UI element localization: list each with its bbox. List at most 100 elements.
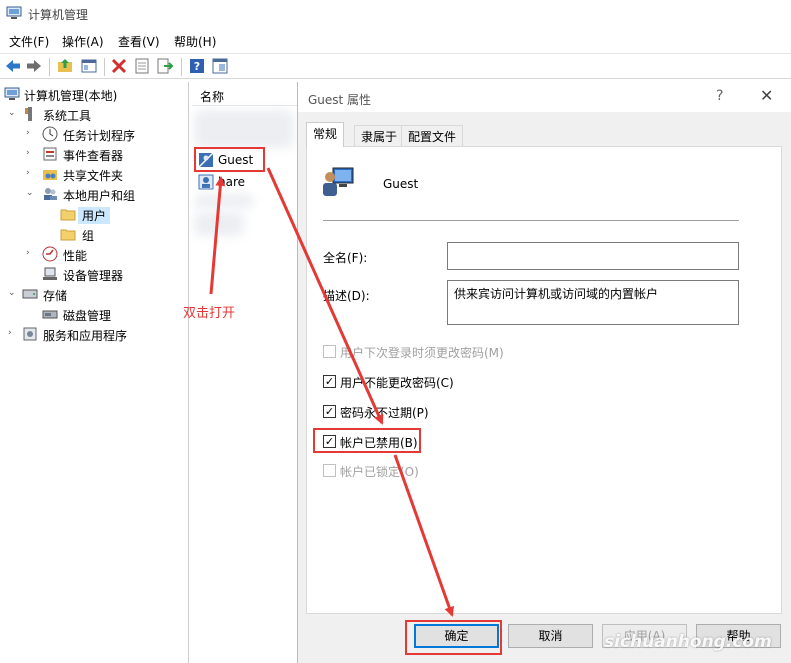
disk-icon bbox=[42, 310, 58, 319]
shared-folder-icon bbox=[43, 170, 57, 180]
description-label: 描述(D): bbox=[323, 289, 370, 303]
list-item-share-label: hare bbox=[218, 175, 246, 189]
guest-properties-dialog: Guest 属性 ? ✕ 常规 隶属于 配置文件 Guest 全名(F): 描述… bbox=[297, 82, 791, 663]
tree-item-event-viewer[interactable]: › 事件查看器 bbox=[0, 144, 189, 164]
tree-label-storage: 存储 bbox=[43, 289, 68, 303]
divider bbox=[323, 220, 739, 221]
checkbox-box[interactable] bbox=[323, 464, 336, 477]
menu-help[interactable]: 帮助(H) bbox=[174, 33, 216, 50]
tree-item-device-manager[interactable]: 设备管理器 bbox=[0, 264, 189, 284]
help-icon[interactable]: ? bbox=[188, 57, 206, 75]
list-item-guest[interactable]: Guest bbox=[196, 150, 296, 170]
chevron-right-icon[interactable]: › bbox=[26, 248, 36, 258]
user-avatar-icon bbox=[323, 167, 354, 196]
show-hide-tree-icon[interactable] bbox=[80, 57, 98, 75]
tools-icon bbox=[25, 107, 32, 121]
menu-file[interactable]: 文件(F) bbox=[9, 33, 49, 50]
computer-management-icon bbox=[4, 87, 20, 100]
chevron-down-icon[interactable]: ⌄ bbox=[8, 288, 18, 298]
folder-icon bbox=[60, 209, 76, 221]
chevron-right-icon[interactable]: › bbox=[8, 328, 18, 338]
svg-text:?: ? bbox=[194, 60, 200, 73]
dialog-close-button[interactable]: ✕ bbox=[760, 86, 773, 105]
chevron-down-icon[interactable]: ⌄ bbox=[8, 108, 18, 118]
tab-member-of[interactable]: 隶属于 bbox=[354, 125, 405, 146]
tree-item-performance[interactable]: › 性能 bbox=[0, 244, 189, 264]
checkbox-label: 用户不能更改密码(C) bbox=[340, 376, 454, 390]
event-viewer-icon bbox=[43, 147, 57, 161]
tree-label-system-tools: 系统工具 bbox=[43, 109, 92, 123]
services-icon bbox=[23, 327, 37, 341]
ok-button[interactable]: 确定 bbox=[414, 624, 499, 648]
user-icon bbox=[198, 152, 214, 168]
menu-view[interactable]: 查看(V) bbox=[118, 33, 160, 50]
tree-label-disk-management: 磁盘管理 bbox=[63, 309, 112, 323]
fullname-label: 全名(F): bbox=[323, 251, 368, 265]
export-icon[interactable] bbox=[156, 57, 174, 75]
tree-item-disk-management[interactable]: 磁盘管理 bbox=[0, 304, 189, 324]
blurred-region bbox=[194, 212, 244, 236]
description-field[interactable]: 供来宾访问计算机或访问域的内置帐户 bbox=[447, 280, 739, 325]
tree-item-groups[interactable]: 组 bbox=[0, 224, 189, 244]
tree-item-shared-folders[interactable]: › 共享文件夹 bbox=[0, 164, 189, 184]
tree-item-users[interactable]: 用户 bbox=[0, 204, 189, 224]
menu-action[interactable]: 操作(A) bbox=[62, 33, 104, 50]
tab-general[interactable]: 常规 bbox=[306, 122, 345, 147]
back-arrow-icon[interactable] bbox=[4, 57, 22, 75]
tree-item-task-scheduler[interactable]: › 任务计划程序 bbox=[0, 124, 189, 144]
toolbar: ? bbox=[0, 53, 791, 79]
console-icon[interactable] bbox=[211, 57, 229, 75]
list-header-name[interactable]: 名称 bbox=[192, 82, 297, 106]
tree-label-shared-folders: 共享文件夹 bbox=[63, 169, 124, 183]
checkbox-label: 帐户已禁用(B) bbox=[340, 436, 418, 450]
checkbox-box[interactable] bbox=[323, 345, 336, 358]
tree-item-system-tools[interactable]: ⌄ 系统工具 bbox=[0, 104, 189, 124]
checkbox-label: 帐户已锁定(O) bbox=[340, 465, 419, 479]
tree-label-device-manager: 设备管理器 bbox=[63, 269, 124, 283]
forward-arrow-icon[interactable] bbox=[25, 57, 43, 75]
computer-management-icon bbox=[6, 6, 22, 19]
chevron-right-icon[interactable]: › bbox=[26, 128, 36, 138]
checkbox-box[interactable]: ✓ bbox=[323, 375, 336, 388]
tree-label-event-viewer: 事件查看器 bbox=[63, 149, 124, 163]
dialog-help-button[interactable]: ? bbox=[716, 88, 723, 104]
blurred-region bbox=[194, 194, 254, 208]
user-icon bbox=[198, 174, 214, 190]
up-folder-icon[interactable] bbox=[56, 57, 74, 75]
fullname-field[interactable] bbox=[447, 242, 739, 270]
dialog-tabs: 常规 隶属于 配置文件 bbox=[306, 122, 786, 147]
list-item-share[interactable]: hare bbox=[196, 172, 296, 192]
properties-icon[interactable] bbox=[133, 57, 151, 75]
tree-label-local-users-groups: 本地用户和组 bbox=[63, 189, 136, 203]
tree-label-root: 计算机管理(本地) bbox=[24, 89, 118, 103]
general-tab-panel: Guest 全名(F): 描述(D): 供来宾访问计算机或访问域的内置帐户 用户… bbox=[306, 146, 782, 614]
checkbox-box[interactable]: ✓ bbox=[323, 435, 336, 448]
storage-icon bbox=[22, 289, 38, 299]
dialog-title: Guest 属性 bbox=[308, 93, 372, 107]
navigation-tree: 计算机管理(本地) ⌄ 系统工具 › 任务计划程序 › 事件查看器 › 共享文件… bbox=[0, 82, 189, 663]
tab-profile[interactable]: 配置文件 bbox=[401, 125, 464, 146]
dialog-titlebar: Guest 属性 ? ✕ bbox=[298, 82, 791, 112]
tree-item-storage[interactable]: ⌄ 存储 bbox=[0, 284, 189, 304]
tree-item-local-users-groups[interactable]: ⌄ 本地用户和组 bbox=[0, 184, 189, 204]
device-manager-icon bbox=[43, 267, 57, 280]
tree-item-services-apps[interactable]: › 服务和应用程序 bbox=[0, 324, 189, 344]
blurred-region bbox=[194, 110, 294, 148]
tree-label-groups: 组 bbox=[82, 229, 95, 243]
checkbox-box[interactable]: ✓ bbox=[323, 405, 336, 418]
window-titlebar: 计算机管理 bbox=[0, 0, 791, 28]
watermark-text: sichuanhong.com bbox=[604, 632, 772, 652]
performance-icon bbox=[42, 246, 58, 262]
tree-item-root[interactable]: 计算机管理(本地) bbox=[0, 84, 189, 104]
checkbox-label: 密码永不过期(P) bbox=[340, 406, 429, 420]
chevron-right-icon[interactable]: › bbox=[26, 148, 36, 158]
chevron-right-icon[interactable]: › bbox=[26, 168, 36, 178]
delete-icon[interactable] bbox=[110, 57, 128, 75]
list-item-guest-label: Guest bbox=[218, 153, 254, 167]
cancel-button[interactable]: 取消 bbox=[508, 624, 593, 648]
user-list: 名称 Guest hare bbox=[192, 82, 297, 663]
menu-bar: 文件(F) 操作(A) 查看(V) 帮助(H) bbox=[0, 30, 791, 52]
chevron-down-icon[interactable]: ⌄ bbox=[26, 188, 36, 198]
users-group-icon bbox=[44, 188, 57, 200]
checkbox-label: 用户下次登录时须更改密码(M) bbox=[340, 346, 504, 360]
